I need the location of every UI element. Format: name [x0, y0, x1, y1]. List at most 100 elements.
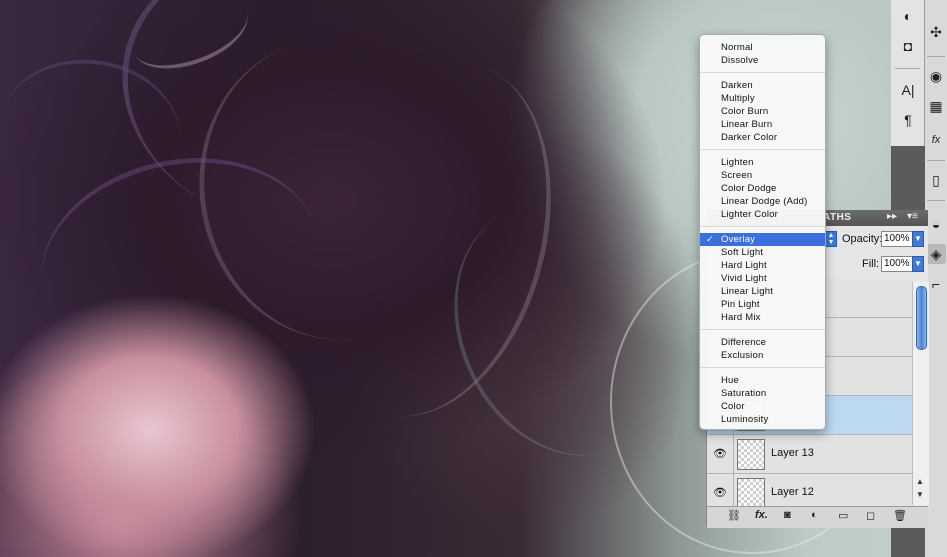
fill-label: Fill:: [862, 258, 880, 270]
eye-icon[interactable]: 👁: [713, 486, 727, 499]
tool-separator: [927, 56, 945, 57]
grid-icon[interactable]: ▦: [926, 96, 946, 116]
new-layer-icon[interactable]: ◻: [866, 509, 875, 522]
menu-item-label: Screen: [721, 170, 753, 181]
fill-field[interactable]: 100%: [881, 256, 913, 272]
menu-item-exclusion[interactable]: Exclusion: [700, 349, 825, 362]
menu-item-difference[interactable]: Difference: [700, 336, 825, 349]
menu-separator: [700, 226, 825, 227]
menu-item-color[interactable]: Color: [700, 400, 825, 413]
menu-item-label: Color Burn: [721, 106, 769, 117]
scroll-down-icon[interactable]: ▼: [916, 490, 924, 499]
menu-item-darker-color[interactable]: Darker Color: [700, 131, 825, 144]
folder-icon[interactable]: ▭: [838, 509, 848, 522]
mask-icon[interactable]: ◙: [784, 509, 791, 521]
link-icon[interactable]: ⛓: [727, 509, 741, 522]
menu-item-label: Overlay: [721, 234, 756, 245]
tab-paths[interactable]: ATHS: [823, 212, 851, 223]
palette-icon[interactable]: ◉: [926, 66, 946, 86]
tool-separator: [895, 68, 920, 69]
tool-icon[interactable]: ✣: [926, 22, 946, 42]
menu-item-color-dodge[interactable]: Color Dodge: [700, 182, 825, 195]
layers-footer: ⛓ fx. ◙ ◐ ▭ ◻ 🗑: [707, 506, 928, 528]
checkmark-icon: ✓: [706, 234, 714, 244]
menu-item-linear-burn[interactable]: Linear Burn: [700, 118, 825, 131]
menu-item-overlay[interactable]: ✓ Overlay: [700, 233, 825, 246]
menu-item-label: Hard Light: [721, 260, 767, 271]
panel-menu-icon[interactable]: ▾≡: [907, 211, 918, 222]
fx-icon[interactable]: fx: [926, 130, 946, 150]
menu-separator: [700, 72, 825, 73]
menu-item-linear-light[interactable]: Linear Light: [700, 285, 825, 298]
menu-item-label: Hue: [721, 375, 740, 386]
menu-item-multiply[interactable]: Multiply: [700, 92, 825, 105]
menu-item-label: Color Dodge: [721, 183, 777, 194]
menu-item-color-burn[interactable]: Color Burn: [700, 105, 825, 118]
menu-item-label: Normal: [721, 42, 753, 53]
transform-icon[interactable]: ⌐: [926, 274, 946, 294]
adjustment-icon[interactable]: ◐: [811, 509, 818, 521]
menu-item-label: Linear Light: [721, 286, 774, 297]
menu-item-hard-mix[interactable]: Hard Mix: [700, 311, 825, 324]
menu-item-linear-dodge-add[interactable]: Linear Dodge (Add): [700, 195, 825, 208]
scrollbar-thumb[interactable]: [916, 286, 927, 350]
menu-item-label: Color: [721, 401, 745, 412]
menu-item-label: Multiply: [721, 93, 755, 104]
scroll-up-icon[interactable]: ▲: [916, 477, 924, 486]
menu-separator: [700, 329, 825, 330]
menu-item-label: Lighter Color: [721, 209, 778, 220]
menu-item-label: Saturation: [721, 388, 767, 399]
blend-mode-stepper[interactable]: ▲ ▼: [825, 231, 837, 247]
menu-item-label: Vivid Light: [721, 273, 767, 284]
layer-thumbnail: [737, 439, 765, 470]
menu-item-vivid-light[interactable]: Vivid Light: [700, 272, 825, 285]
menu-item-label: Hard Mix: [721, 312, 761, 323]
menu-item-label: Darken: [721, 80, 753, 91]
menu-item-dissolve[interactable]: Dissolve: [700, 54, 825, 67]
menu-item-luminosity[interactable]: Luminosity: [700, 413, 825, 426]
menu-item-hard-light[interactable]: Hard Light: [700, 259, 825, 272]
menu-item-label: Soft Light: [721, 247, 764, 258]
blend-mode-menu: Normal Dissolve Darken Multiply Color Burn Li…: [699, 34, 826, 430]
info-icon[interactable]: ▯: [926, 170, 946, 190]
opacity-field[interactable]: 100%: [881, 231, 913, 247]
opacity-label: Opacity:: [842, 233, 883, 245]
menu-item-pin-light[interactable]: Pin Light: [700, 298, 825, 311]
layer-name[interactable]: Layer 13: [771, 447, 814, 459]
layers-icon[interactable]: ◒: [926, 214, 946, 234]
tool-strip-column-1: ◐ ◘ A| ¶: [891, 0, 925, 146]
menu-item-label: Pin Light: [721, 299, 760, 310]
menu-item-darken[interactable]: Darken: [700, 79, 825, 92]
menu-item-normal[interactable]: Normal: [700, 41, 825, 54]
menu-item-soft-light[interactable]: Soft Light: [700, 246, 825, 259]
menu-item-label: Luminosity: [721, 414, 769, 425]
menu-separator: [700, 367, 825, 368]
fill-dropdown[interactable]: ▼: [912, 256, 924, 272]
menu-item-lighter-color[interactable]: Lighter Color: [700, 208, 825, 221]
opacity-dropdown[interactable]: ▼: [912, 231, 924, 247]
paragraph-icon[interactable]: ¶: [898, 110, 918, 130]
tool-separator: [927, 200, 945, 201]
layer-thumbnail: [737, 478, 765, 509]
menu-item-hue[interactable]: Hue: [700, 374, 825, 387]
layer-row[interactable]: 👁 Layer 13: [707, 435, 912, 474]
layer-name[interactable]: Layer 12: [771, 486, 814, 498]
trash-icon[interactable]: 🗑: [893, 509, 907, 522]
type-icon[interactable]: A|: [898, 80, 918, 100]
layers-scrollbar[interactable]: ▲ ▼: [912, 282, 929, 505]
menu-item-label: Dissolve: [721, 55, 759, 66]
panel-collapse-icon[interactable]: ▸▸: [887, 211, 897, 222]
menu-item-label: Linear Burn: [721, 119, 773, 130]
tool-separator: [927, 160, 945, 161]
fx-icon[interactable]: fx.: [755, 509, 768, 521]
brush-icon[interactable]: ◐: [898, 6, 918, 26]
menu-item-label: Linear Dodge (Add): [721, 196, 808, 207]
menu-item-screen[interactable]: Screen: [700, 169, 825, 182]
menu-item-saturation[interactable]: Saturation: [700, 387, 825, 400]
menu-separator: [700, 149, 825, 150]
eye-icon[interactable]: 👁: [713, 447, 727, 460]
menu-item-label: Difference: [721, 337, 767, 348]
mask-icon[interactable]: ◘: [898, 36, 918, 56]
menu-item-lighten[interactable]: Lighten: [700, 156, 825, 169]
paint-icon[interactable]: ◈: [926, 244, 946, 264]
